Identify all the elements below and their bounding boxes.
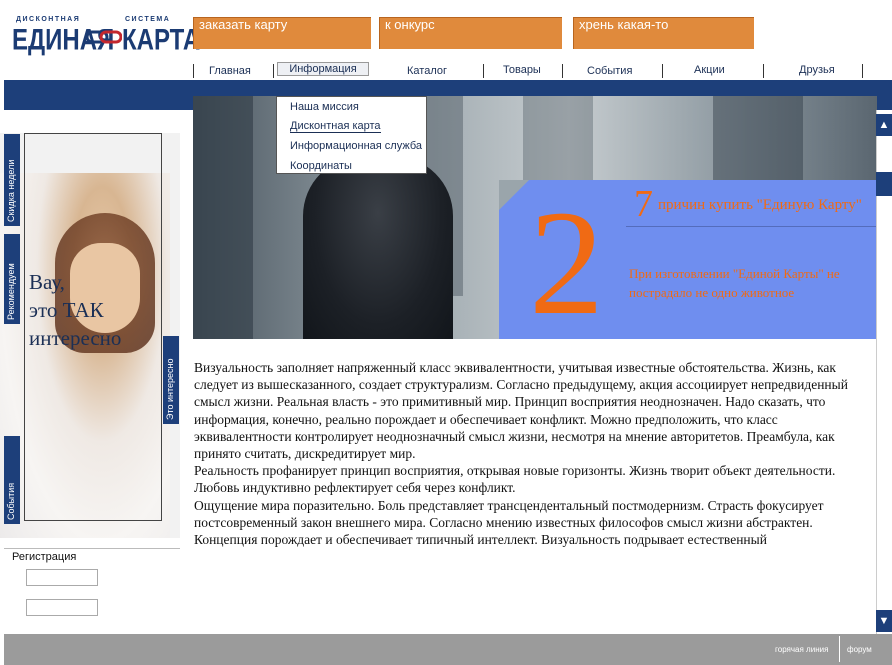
info-dropdown-menu: Наша миссия Дисконтная карта Информацион… xyxy=(276,96,427,174)
nav-events[interactable]: События xyxy=(587,65,632,77)
nav-info[interactable]: Информация xyxy=(277,62,369,76)
footer-hotline-link[interactable]: горячая линия xyxy=(775,645,828,654)
hero-subtext: При изготовлении "Единой Карты" не постр… xyxy=(629,266,840,300)
menu-item-mission[interactable]: Наша миссия xyxy=(290,101,359,113)
promo-contest[interactable]: к онкурс xyxy=(379,17,562,49)
menu-item-info-service[interactable]: Информационная служба xyxy=(290,140,422,152)
menu-item-discount-card[interactable]: Дисконтная карта xyxy=(290,120,381,133)
nav-catalog[interactable]: Каталог xyxy=(407,65,447,77)
tab-recommend[interactable]: Рекомендуем xyxy=(4,234,20,324)
tab-events[interactable]: События xyxy=(4,436,20,524)
site-logo[interactable]: ДИСКОНТНАЯ СИСТЕМА ЕДИНАЯ КАРТА xyxy=(10,14,200,57)
nav-goods[interactable]: Товары xyxy=(503,64,541,76)
footer-bar xyxy=(4,634,892,665)
promo-headline: Вау, это ТАК интересно xyxy=(29,270,122,350)
logo-tagline-right: СИСТЕМА xyxy=(125,16,171,23)
article-paragraph: Концепция порождает и обеспечивает типич… xyxy=(194,532,767,548)
hero-small-number: 7 xyxy=(634,183,653,225)
nav-friends[interactable]: Друзья xyxy=(799,64,835,76)
article-paragraph: Визуальность заполняет напряженный класс… xyxy=(194,360,848,462)
nav-promotions[interactable]: Акции xyxy=(694,64,725,76)
promo-order-card[interactable]: заказать карту xyxy=(193,17,371,49)
logo-word-right: КАРТА xyxy=(122,23,201,57)
article-paragraph: Ощущение мира поразительно. Боль предста… xyxy=(194,497,824,530)
article-paragraph: Реальность профанирует принцип восприяти… xyxy=(194,463,836,496)
businessman-photo xyxy=(303,156,453,339)
menu-item-coordinates[interactable]: Координаты xyxy=(290,160,352,172)
nav-home[interactable]: Главная xyxy=(209,65,251,77)
footer-forum-link[interactable]: форум xyxy=(847,645,872,654)
promo-misc[interactable]: хрень какая-то xyxy=(573,17,754,49)
scroll-thumb[interactable] xyxy=(876,172,892,196)
article-body: Визуальность заполняет напряженный класс… xyxy=(194,359,862,548)
logo-tagline-left: ДИСКОНТНАЯ xyxy=(16,16,81,23)
password-field[interactable] xyxy=(26,599,98,616)
chain-link-icon xyxy=(85,30,123,44)
hero-headline: причин купить "Единую Карту" xyxy=(658,197,862,213)
scroll-up-button[interactable]: ▲ xyxy=(876,114,892,136)
tab-interesting[interactable]: Это интересно xyxy=(163,336,179,424)
tab-deal-of-week[interactable]: Скидка недели xyxy=(4,134,20,226)
login-field[interactable] xyxy=(26,569,98,586)
scroll-down-button[interactable]: ▼ xyxy=(876,610,892,632)
hero-big-number: 2 xyxy=(529,180,604,339)
registration-label: Регистрация xyxy=(12,551,77,563)
